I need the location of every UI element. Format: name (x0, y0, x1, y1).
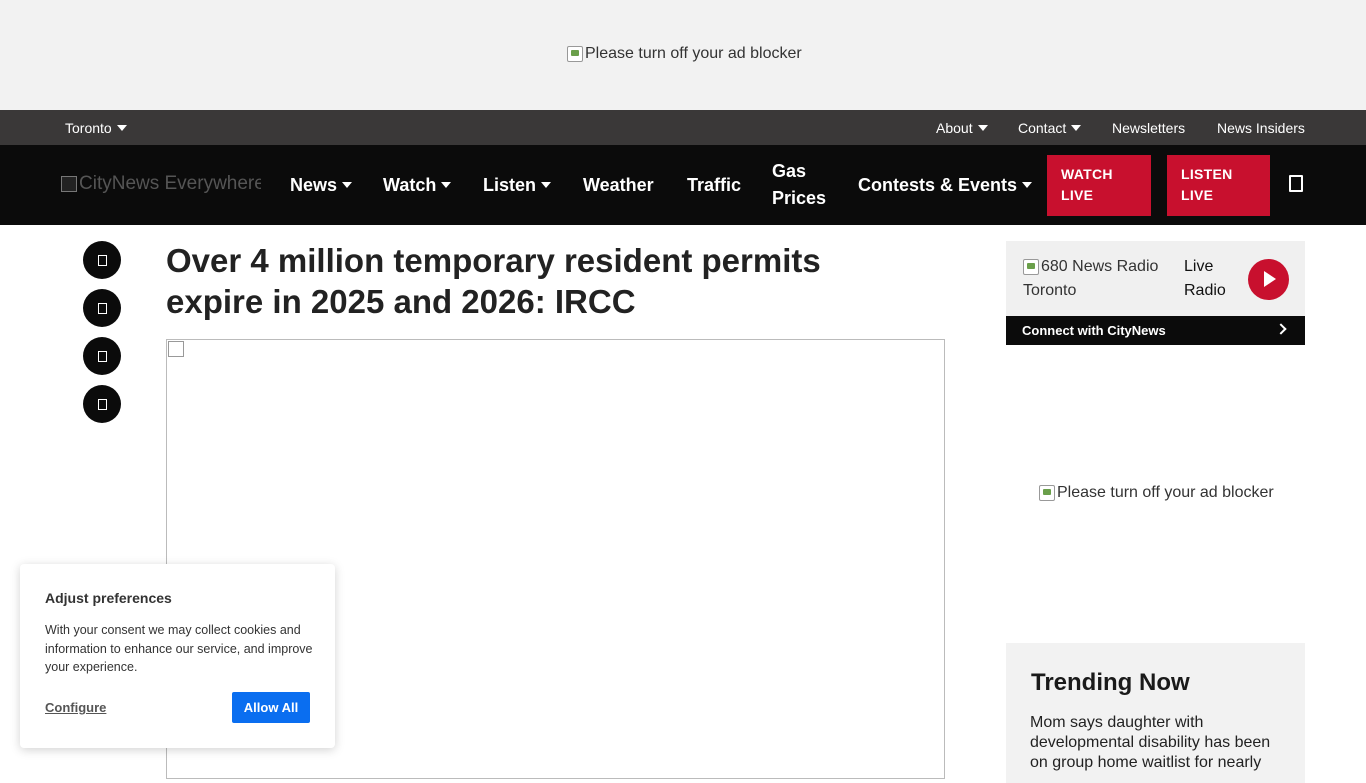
newsletters-label: Newsletters (1112, 119, 1186, 136)
cookie-consent-dialog: Adjust preferences With your consent we … (20, 564, 335, 748)
connect-label: Connect with CityNews (1022, 323, 1166, 338)
nav-prices-label: Prices (772, 188, 827, 208)
watch-live-line1: WATCH (1061, 166, 1113, 182)
twitter-icon (97, 302, 107, 314)
share-facebook-button[interactable] (83, 241, 121, 279)
chevron-down-icon (1022, 182, 1033, 188)
play-radio-button[interactable] (1248, 259, 1289, 300)
city-selector[interactable]: Toronto (65, 110, 127, 145)
nav-contests-label: Contests & Events (858, 174, 1018, 195)
nav-contests-events[interactable]: Contests & Events (858, 145, 1033, 225)
about-label: About (936, 119, 973, 136)
watch-live-button[interactable]: WATCH LIVE (1047, 155, 1151, 216)
share-twitter-button[interactable] (83, 289, 121, 327)
share-link-button[interactable] (83, 385, 121, 423)
nav-news-label: News (290, 174, 338, 195)
nav-traffic-label: Traffic (687, 174, 742, 195)
share-email-button[interactable] (83, 337, 121, 375)
broken-image-icon (168, 341, 184, 357)
chevron-down-icon (116, 124, 127, 131)
chevron-down-icon (977, 124, 988, 131)
broken-image-icon (61, 176, 77, 192)
top-ad-alt-text: Please turn off your ad blocker (585, 45, 802, 62)
nav-traffic[interactable]: Traffic (687, 145, 741, 225)
utility-bar: Toronto About Contact Newsletters News I… (0, 110, 1366, 145)
link-icon (97, 398, 107, 410)
main-nav: CityNews Everywhere News Watch Listen We… (0, 145, 1366, 225)
broken-image-icon (1023, 259, 1039, 275)
chevron-down-icon (541, 182, 552, 188)
cookie-title: Adjust preferences (45, 590, 172, 606)
newsletters-link[interactable]: Newsletters (1112, 110, 1185, 145)
headline-line2: expire in 2025 and 2026: IRCC (166, 283, 636, 320)
logo-alt-text: CityNews Everywhere (79, 173, 261, 194)
news-insiders-link[interactable]: News Insiders (1217, 110, 1305, 145)
email-icon (97, 350, 107, 362)
listen-live-line1: LISTEN (1181, 166, 1233, 182)
allow-all-button[interactable]: Allow All (232, 692, 310, 723)
nav-gas-prices[interactable]: Gas Prices (772, 145, 826, 225)
live-radio-line1: Live (1184, 258, 1214, 275)
facebook-icon (97, 254, 107, 266)
listen-live-button[interactable]: LISTEN LIVE (1167, 155, 1270, 216)
contact-menu[interactable]: Contact (1018, 110, 1082, 145)
chevron-right-icon (1275, 323, 1287, 335)
nav-watch-label: Watch (383, 174, 437, 195)
watch-live-line2: LIVE (1061, 187, 1094, 203)
listen-live-line2: LIVE (1181, 187, 1214, 203)
top-ad-image[interactable]: Please turn off your ad blocker (567, 45, 802, 63)
broken-image-icon (567, 46, 583, 62)
nav-listen[interactable]: Listen (483, 145, 552, 225)
nav-weather[interactable]: Weather (583, 145, 654, 225)
chevron-down-icon (342, 182, 353, 188)
headline-line1: Over 4 million temporary resident permit… (166, 242, 821, 279)
nav-gas-label: Gas (772, 161, 807, 181)
trending-title: Trending Now (1031, 669, 1190, 696)
city-label: Toronto (65, 119, 112, 136)
cookie-description: With your consent we may collect cookies… (45, 623, 313, 674)
trending-now-panel: Trending Now Mom says daughter with deve… (1006, 643, 1305, 783)
radio-station-image[interactable]: 680 News Radio Toronto (1023, 255, 1173, 303)
live-radio-label: Live Radio (1184, 255, 1226, 303)
top-ad-banner: Please turn off your ad blocker (0, 0, 1366, 110)
citynews-logo[interactable]: CityNews Everywhere (61, 171, 261, 197)
radio-alt-line2: Toronto (1023, 282, 1077, 299)
side-ad-image[interactable]: Please turn off your ad blocker (1039, 484, 1274, 502)
nav-listen-label: Listen (483, 174, 537, 195)
configure-link[interactable]: Configure (45, 700, 106, 715)
chevron-down-icon (441, 182, 452, 188)
nav-news[interactable]: News (290, 145, 353, 225)
live-radio-line2: Radio (1184, 282, 1226, 299)
chevron-down-icon (1071, 124, 1082, 131)
side-ad-alt-text: Please turn off your ad blocker (1057, 484, 1274, 501)
article-headline: Over 4 million temporary resident permit… (166, 240, 946, 322)
news-insiders-label: News Insiders (1217, 119, 1305, 136)
nav-weather-label: Weather (583, 174, 654, 195)
trending-item[interactable]: Mom says daughter with developmental dis… (1030, 713, 1290, 773)
radio-alt-line1: 680 News Radio (1041, 258, 1159, 275)
about-menu[interactable]: About (936, 110, 988, 145)
broken-image-icon (1039, 485, 1055, 501)
nav-watch[interactable]: Watch (383, 145, 452, 225)
connect-with-citynews[interactable]: Connect with CityNews (1006, 316, 1305, 345)
contact-label: Contact (1018, 119, 1067, 136)
search-icon[interactable] (1289, 175, 1303, 192)
